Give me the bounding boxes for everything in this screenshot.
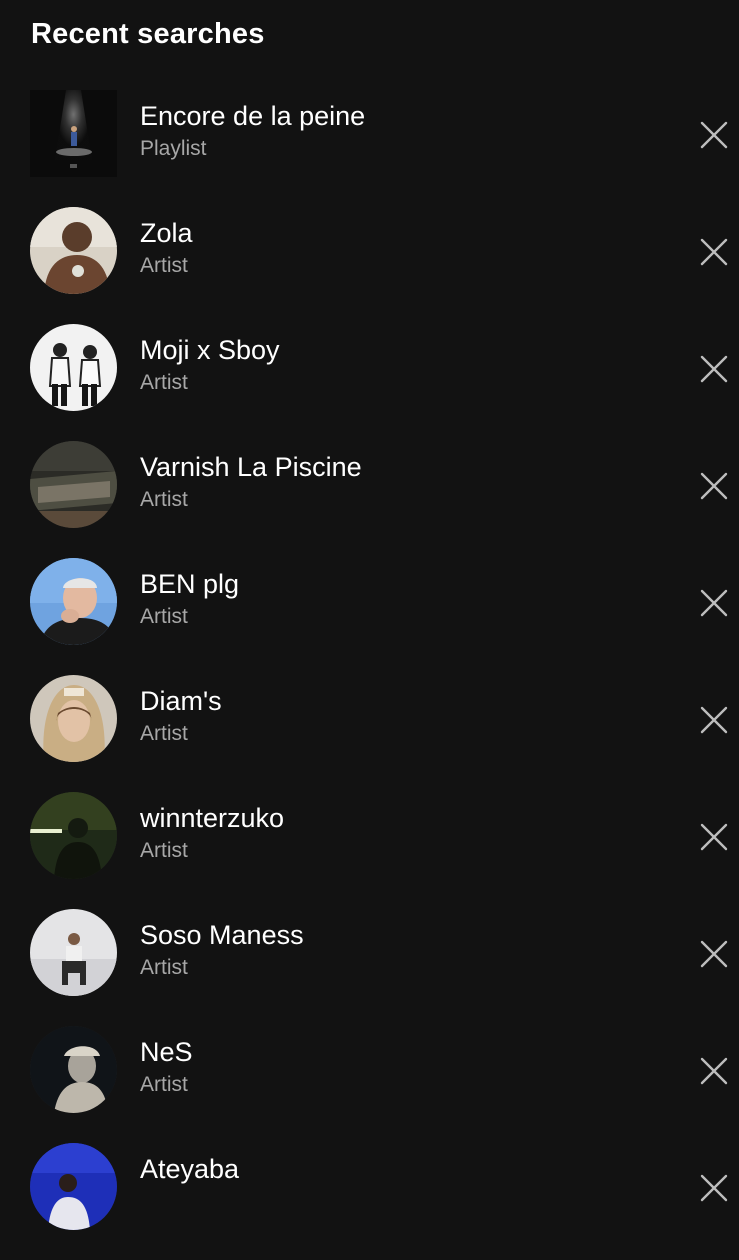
- artist-avatar: [30, 909, 117, 996]
- close-icon[interactable]: [697, 469, 731, 503]
- item-title: Encore de la peine: [140, 101, 366, 131]
- item-type: Artist: [140, 1073, 188, 1096]
- list-item[interactable]: Zola Artist: [0, 207, 739, 324]
- list-item[interactable]: Soso Maness Artist: [0, 909, 739, 1026]
- item-type: Artist: [140, 605, 188, 628]
- item-title: Moji x Sboy: [140, 335, 280, 365]
- item-title: Ateyaba: [140, 1154, 240, 1184]
- item-title: Varnish La Piscine: [140, 452, 362, 482]
- item-type: Artist: [140, 371, 188, 394]
- close-icon[interactable]: [697, 937, 731, 971]
- artist-avatar: [30, 1143, 117, 1230]
- list-item[interactable]: Diam's Artist: [0, 675, 739, 792]
- artist-avatar: [30, 792, 117, 879]
- item-title: winnterzuko: [140, 803, 285, 833]
- artist-avatar: [30, 1026, 117, 1113]
- list-item[interactable]: Ateyaba: [0, 1143, 739, 1260]
- artist-avatar: [30, 558, 117, 645]
- item-type: Artist: [140, 254, 188, 277]
- item-title: NeS: [140, 1037, 193, 1067]
- item-title: Diam's: [140, 686, 222, 716]
- item-type: Playlist: [140, 137, 207, 160]
- list-item[interactable]: BEN plg Artist: [0, 558, 739, 675]
- item-type: Artist: [140, 956, 188, 979]
- list-item[interactable]: Encore de la peine Playlist: [0, 90, 739, 207]
- close-icon[interactable]: [697, 586, 731, 620]
- list-item[interactable]: NeS Artist: [0, 1026, 739, 1143]
- page-title: Recent searches: [31, 18, 265, 50]
- item-title: Soso Maness: [140, 920, 304, 950]
- close-icon[interactable]: [697, 820, 731, 854]
- close-icon[interactable]: [697, 352, 731, 386]
- list-item[interactable]: winnterzuko Artist: [0, 792, 739, 909]
- close-icon[interactable]: [697, 118, 731, 152]
- item-type: Artist: [140, 722, 188, 745]
- artist-avatar: [30, 441, 117, 528]
- playlist-cover: [30, 90, 117, 177]
- close-icon[interactable]: [697, 235, 731, 269]
- artist-avatar: [30, 324, 117, 411]
- item-type: Artist: [140, 839, 188, 862]
- list-item[interactable]: Varnish La Piscine Artist: [0, 441, 739, 558]
- artist-avatar: [30, 675, 117, 762]
- item-type: Artist: [140, 488, 188, 511]
- list-item[interactable]: Moji x Sboy Artist: [0, 324, 739, 441]
- recent-searches-list: Encore de la peine Playlist Zola Artist: [0, 90, 739, 1260]
- item-title: BEN plg: [140, 569, 240, 599]
- close-icon[interactable]: [697, 703, 731, 737]
- artist-avatar: [30, 207, 117, 294]
- close-icon[interactable]: [697, 1054, 731, 1088]
- item-title: Zola: [140, 218, 193, 248]
